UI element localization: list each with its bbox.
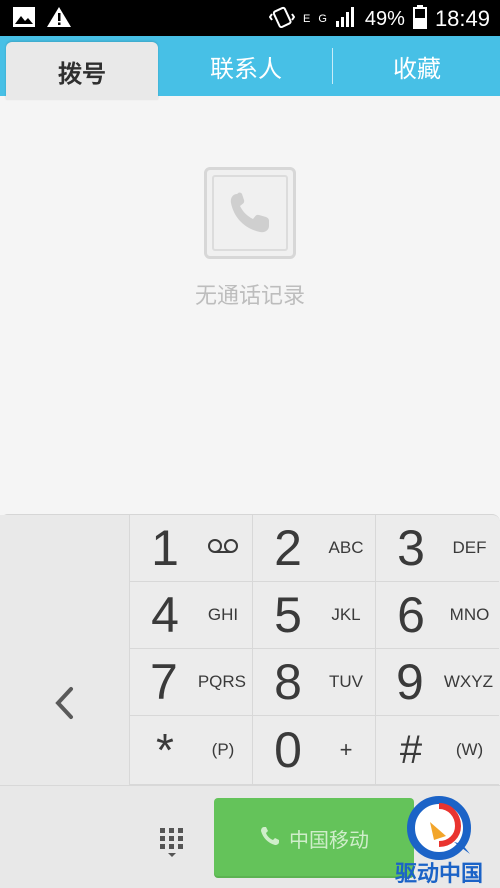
key-9[interactable]: 9 WXYZ (376, 649, 499, 716)
status-bar: E G 49% 18:49 (0, 0, 500, 36)
warning-icon (46, 6, 72, 32)
vibrate-icon (268, 4, 296, 34)
watermark-text: 驱动中国 (394, 861, 483, 886)
key-8[interactable]: 8 TUV (253, 649, 376, 716)
voicemail-icon (200, 538, 252, 559)
dialpad-side-panel (0, 515, 130, 785)
signal-icon (335, 6, 357, 32)
empty-call-log-text: 无通话记录 (194, 283, 305, 308)
key-5[interactable]: 5 JKL (253, 582, 376, 649)
key-1[interactable]: 1 (130, 515, 253, 582)
battery-icon (412, 5, 427, 33)
dialpad-toggle-icon[interactable] (150, 820, 194, 864)
network-type-g: G (318, 13, 327, 25)
watermark-logo: 驱动中国 (378, 792, 500, 888)
tab-favorites[interactable]: 收藏 (334, 36, 500, 96)
key-star[interactable]: * (P) (130, 716, 253, 785)
key-2[interactable]: 2 ABC (253, 515, 376, 582)
key-4[interactable]: 4 GHI (130, 582, 253, 649)
battery-percent: 49% (364, 7, 405, 30)
tab-dial[interactable]: 拨号 (6, 42, 158, 100)
network-type: E (303, 12, 311, 25)
keypad: 1 2 ABC 3 DEF 4 GHI 5 JKL 6 MNO 7 PQRS 8… (130, 515, 500, 785)
key-3[interactable]: 3 DEF (376, 515, 499, 582)
key-6[interactable]: 6 MNO (376, 582, 499, 649)
chevron-left-icon[interactable] (44, 683, 84, 723)
gallery-icon (12, 6, 36, 32)
key-0[interactable]: 0 + (253, 716, 376, 785)
tab-bar: 拨号 联系人 收藏 (0, 36, 500, 100)
tab-divider (332, 48, 333, 84)
clock: 18:49 (434, 6, 490, 31)
call-phone-icon (259, 825, 281, 851)
watermark-emblem-icon (407, 796, 471, 860)
key-hash[interactable]: # (W) (376, 716, 499, 785)
tab-contacts[interactable]: 联系人 (160, 36, 332, 96)
phone-icon (204, 167, 296, 259)
key-7[interactable]: 7 PQRS (130, 649, 253, 716)
